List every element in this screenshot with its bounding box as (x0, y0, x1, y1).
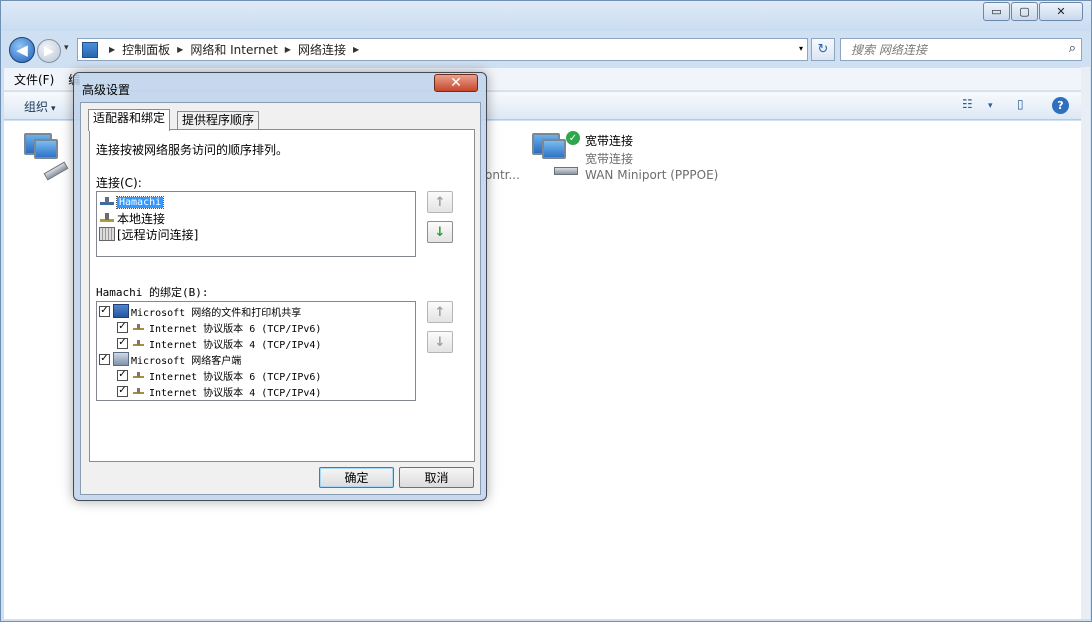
network-client-icon (113, 352, 129, 366)
tab-provider-order[interactable]: 提供程序顺序 (177, 111, 260, 130)
organize-label: 组织 (24, 100, 49, 114)
help-icon[interactable]: ? (1052, 97, 1069, 114)
view-dropdown-icon[interactable]: ▾ (988, 101, 1006, 119)
list-item[interactable]: [远程访问连接] (99, 226, 198, 242)
tree-item[interactable]: ✓ Microsoft 网络的文件和打印机共享 (99, 303, 301, 319)
bindings-label: Hamachi 的绑定(B): (96, 286, 209, 299)
tab-panel: 连接按被网络服务访问的顺序排列。 连接(C): Hamachi 本地连接 [远程… (89, 129, 475, 462)
connection-name: 宽带连接 (585, 134, 634, 148)
checkbox[interactable]: ✓ (117, 321, 128, 333)
breadcrumb-control-panel[interactable]: 控制面板 (122, 41, 170, 58)
protocol-icon (131, 368, 147, 382)
address-bar[interactable]: ▶ 控制面板 ▶ 网络和 Internet ▶ 网络连接 ▶ ▾ (77, 38, 808, 61)
checkbox[interactable]: ✓ (117, 369, 128, 381)
connected-check-icon: ✓ (566, 131, 580, 145)
connection-label: [远程访问连接] (117, 227, 199, 242)
protocol-icon (131, 336, 147, 350)
binding-label: Internet 协议版本 6 (TCP/IPv6) (149, 371, 322, 383)
search-icon[interactable]: ⌕ (1069, 41, 1076, 56)
modem-icon (554, 167, 578, 175)
checkbox[interactable]: ✓ (99, 353, 110, 365)
protocol-icon (131, 320, 147, 334)
breadcrumb-separator-icon[interactable]: ▶ (177, 45, 183, 54)
network-adapter-icon (99, 211, 115, 225)
forward-button[interactable]: ▶ (37, 39, 61, 63)
navigation-bar: ◀ ▶ ▾ ▶ 控制面板 ▶ 网络和 Internet ▶ 网络连接 ▶ ▾ ↻… (1, 33, 1091, 65)
tab-adapters-bindings[interactable]: 适配器和绑定 (88, 109, 171, 131)
tree-item[interactable]: ✓ Internet 协议版本 6 (TCP/IPv6) (117, 367, 321, 383)
tree-item[interactable]: ✓ Internet 协议版本 4 (TCP/IPv4) (117, 335, 321, 351)
cancel-button[interactable]: 取消 (399, 467, 474, 488)
binding-move-up-button[interactable]: ↑ (427, 301, 453, 323)
network-adapter-icon (99, 195, 115, 209)
remote-access-icon (99, 227, 115, 241)
control-panel-icon (82, 41, 98, 58)
breadcrumb-network-connections[interactable]: 网络连接 (298, 41, 346, 58)
title-bar: ▭ ▢ ✕ (1, 1, 1091, 31)
ok-button[interactable]: 确定 (319, 467, 394, 488)
refresh-button[interactable]: ↻ (811, 38, 835, 61)
breadcrumb-network-internet[interactable]: 网络和 Internet (190, 41, 277, 58)
move-down-button[interactable]: ↓ (427, 221, 453, 243)
binding-label: Internet 协议版本 4 (TCP/IPv4) (149, 387, 322, 399)
cable-icon (43, 161, 69, 181)
view-options-icon[interactable]: ☷ (962, 97, 980, 115)
preview-pane-icon[interactable]: ▯ (1017, 97, 1035, 115)
breadcrumb-separator-icon[interactable]: ▶ (353, 45, 359, 54)
dialog-close-button[interactable]: ✕ (434, 74, 478, 92)
binding-label: Internet 协议版本 4 (TCP/IPv4) (149, 339, 322, 351)
connection-label: 本地连接 (117, 211, 166, 226)
tree-item[interactable]: ✓ Internet 协议版本 6 (TCP/IPv6) (117, 319, 321, 335)
description-text: 连接按被网络服务访问的顺序排列。 (96, 143, 289, 157)
connections-label: 连接(C): (96, 176, 142, 190)
tree-item[interactable]: ✓ Microsoft 网络客户端 (99, 351, 241, 367)
list-item[interactable]: Hamachi (99, 194, 165, 210)
dialog-client: 适配器和绑定 提供程序顺序 连接按被网络服务访问的顺序排列。 连接(C): Ha… (80, 102, 481, 495)
dialog-title: 高级设置 (82, 83, 131, 97)
bindings-treeview[interactable]: ✓ Microsoft 网络的文件和打印机共享 ✓ Internet 协议版本 … (96, 301, 416, 401)
network-adapter-icon (24, 133, 58, 163)
search-box[interactable]: ⌕ (840, 38, 1082, 61)
file-sharing-icon (113, 304, 129, 318)
back-button[interactable]: ◀ (9, 37, 35, 63)
connection-device: WAN Miniport (PPPOE) (585, 168, 719, 182)
search-input[interactable] (841, 39, 1051, 60)
organize-button[interactable]: 组织 ▾ (24, 98, 56, 115)
maximize-button[interactable]: ▢ (1011, 2, 1038, 21)
minimize-button[interactable]: ▭ (983, 2, 1010, 21)
binding-move-down-button[interactable]: ↓ (427, 331, 453, 353)
connection-label: Hamachi (115, 195, 165, 209)
binding-label: Microsoft 网络的文件和打印机共享 (131, 307, 302, 319)
binding-label: Internet 协议版本 6 (TCP/IPv6) (149, 323, 322, 335)
vertical-scrollbar[interactable] (1081, 67, 1090, 619)
checkbox[interactable]: ✓ (117, 337, 128, 349)
connection-device: ontr... (485, 168, 520, 182)
history-dropdown-icon[interactable]: ▾ (64, 43, 69, 53)
binding-label: Microsoft 网络客户端 (131, 355, 242, 367)
close-button[interactable]: ✕ (1039, 2, 1083, 21)
protocol-icon (131, 384, 147, 398)
address-dropdown-icon[interactable]: ▾ (799, 44, 803, 53)
breadcrumb-separator-icon[interactable]: ▶ (109, 45, 115, 54)
network-adapter-icon: ✓ (532, 131, 580, 163)
tree-item[interactable]: ✓ Internet 协议版本 4 (TCP/IPv4) (117, 383, 321, 399)
connection-status: 宽带连接 (585, 152, 634, 166)
breadcrumb-separator-icon[interactable]: ▶ (285, 45, 291, 54)
chevron-down-icon: ▾ (51, 104, 56, 114)
advanced-settings-dialog: 高级设置 ✕ 适配器和绑定 提供程序顺序 连接按被网络服务访问的顺序排列。 连接… (73, 72, 487, 501)
menu-file[interactable]: 文件(F) (14, 71, 54, 88)
list-item[interactable]: 本地连接 (99, 210, 165, 226)
checkbox[interactable]: ✓ (117, 385, 128, 397)
checkbox[interactable]: ✓ (99, 305, 110, 317)
connections-listbox[interactable]: Hamachi 本地连接 [远程访问连接] (96, 191, 416, 257)
move-up-button[interactable]: ↑ (427, 191, 453, 213)
